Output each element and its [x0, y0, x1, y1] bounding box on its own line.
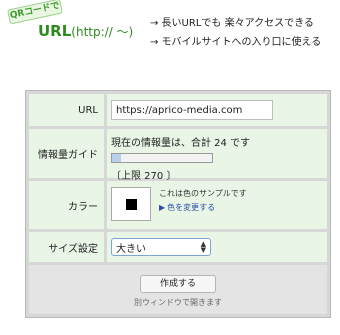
- size-cell: 大きい ▲ ▼: [107, 232, 327, 262]
- submit-row: 作成する 別ウィンドウで開きます: [29, 265, 327, 314]
- color-text: これは色のサンプルです ▶ 色を変更する: [159, 187, 247, 215]
- color-label: カラー: [29, 181, 104, 229]
- size-row: サイズ設定 大きい ▲ ▼: [29, 232, 327, 262]
- color-cell: これは色のサンプルです ▶ 色を変更する: [107, 181, 327, 229]
- url-label: URL: [29, 94, 104, 126]
- url-input[interactable]: [111, 100, 273, 120]
- logo-main: URL: [38, 22, 72, 40]
- url-cell: [107, 94, 327, 126]
- feature-item: → モバイルサイトへの入り口に使える: [150, 37, 322, 48]
- site-logo[interactable]: URL(http:// ～): [38, 22, 133, 40]
- limit-text: 〔上限 270 〕: [111, 171, 177, 182]
- color-row: カラー これは色のサンプルです ▶ 色を変更する: [29, 181, 327, 229]
- updown-arrows-icon: ▲ ▼: [200, 240, 206, 254]
- create-button[interactable]: 作成する: [140, 275, 216, 293]
- qr-form: URL 情報量ガイド 現在の情報量は、合計 24 です 〔上限 270 〕 カラ…: [25, 90, 331, 318]
- change-color-label: 色を変更する: [167, 203, 216, 212]
- feature-list: → 長いURLでも 楽々アクセスできる → モバイルサイトへの入り口に使える: [150, 14, 321, 52]
- logo-sub: (http:// ～): [71, 25, 134, 39]
- size-select[interactable]: 大きい ▲ ▼: [111, 238, 211, 256]
- color-chip: [125, 198, 137, 210]
- info-cell: 現在の情報量は、合計 24 です 〔上限 270 〕: [107, 129, 327, 182]
- color-wrap: これは色のサンプルです ▶ 色を変更する: [111, 187, 323, 221]
- feature-item: → 長いURLでも 楽々アクセスできる: [150, 18, 314, 29]
- submit-cell: 作成する 別ウィンドウで開きます: [29, 265, 327, 314]
- size-selected: 大きい: [116, 243, 146, 255]
- url-row: URL: [29, 94, 327, 126]
- qr-badge: QRコードで: [7, 0, 63, 25]
- color-sample-text: これは色のサンプルです: [159, 189, 247, 198]
- info-label: 情報量ガイド: [29, 129, 104, 178]
- submit-note: 別ウィンドウで開きます: [134, 298, 222, 307]
- info-text: 現在の情報量は、合計 24 です: [111, 138, 251, 149]
- play-triangle-icon: ▶: [159, 203, 166, 212]
- size-label: サイズ設定: [29, 232, 104, 262]
- info-row: 情報量ガイド 現在の情報量は、合計 24 です 〔上限 270 〕: [29, 129, 327, 182]
- color-swatch[interactable]: [111, 187, 151, 221]
- info-progress-fill: [112, 154, 121, 162]
- info-progress-bar: [111, 153, 213, 163]
- change-color-link[interactable]: ▶ 色を変更する: [159, 201, 247, 215]
